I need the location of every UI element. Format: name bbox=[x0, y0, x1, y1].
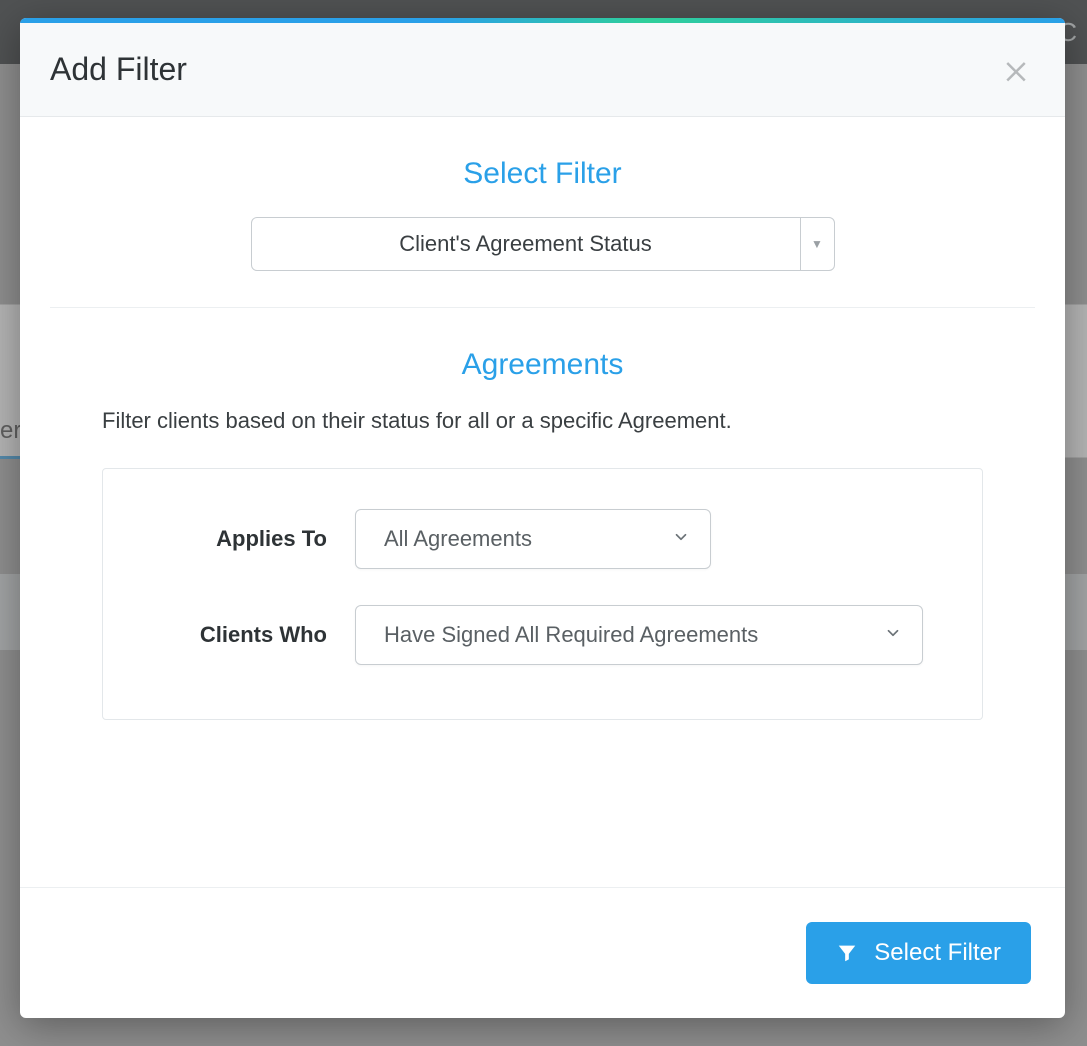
select-filter-button-label: Select Filter bbox=[874, 939, 1001, 967]
agreements-form: Applies To All Agreements Clients Who bbox=[102, 468, 983, 720]
applies-to-value: All Agreements bbox=[384, 526, 532, 552]
filter-type-select[interactable]: Client's Agreement Status ▼ bbox=[251, 217, 835, 271]
applies-to-label: Applies To bbox=[131, 526, 355, 552]
select-filter-button[interactable]: Select Filter bbox=[806, 922, 1031, 984]
applies-to-select[interactable]: All Agreements bbox=[355, 509, 711, 569]
close-button[interactable] bbox=[1001, 55, 1031, 85]
filter-type-value: Client's Agreement Status bbox=[252, 218, 800, 270]
filter-icon bbox=[836, 942, 858, 964]
clients-who-select[interactable]: Have Signed All Required Agreements bbox=[355, 605, 923, 665]
modal-body: Select Filter Client's Agreement Status … bbox=[20, 117, 1065, 887]
agreements-heading: Agreements bbox=[50, 348, 1035, 382]
modal-header: Add Filter bbox=[20, 23, 1065, 117]
chevron-down-icon bbox=[884, 622, 902, 648]
select-filter-section: Select Filter Client's Agreement Status … bbox=[50, 157, 1035, 308]
add-filter-modal: Add Filter Select Filter Client's Agreem… bbox=[20, 18, 1065, 1018]
applies-to-row: Applies To All Agreements bbox=[131, 509, 954, 569]
select-filter-heading: Select Filter bbox=[50, 157, 1035, 191]
agreements-description: Filter clients based on their status for… bbox=[102, 408, 1035, 434]
chevron-down-icon: ▼ bbox=[800, 218, 834, 270]
clients-who-row: Clients Who Have Signed All Required Agr… bbox=[131, 605, 954, 665]
modal-title: Add Filter bbox=[50, 51, 187, 88]
clients-who-label: Clients Who bbox=[131, 622, 355, 648]
close-icon bbox=[1001, 55, 1031, 85]
agreements-section: Agreements Filter clients based on their… bbox=[50, 348, 1035, 756]
clients-who-value: Have Signed All Required Agreements bbox=[384, 622, 758, 648]
modal-footer: Select Filter bbox=[20, 887, 1065, 1018]
chevron-down-icon bbox=[672, 526, 690, 552]
